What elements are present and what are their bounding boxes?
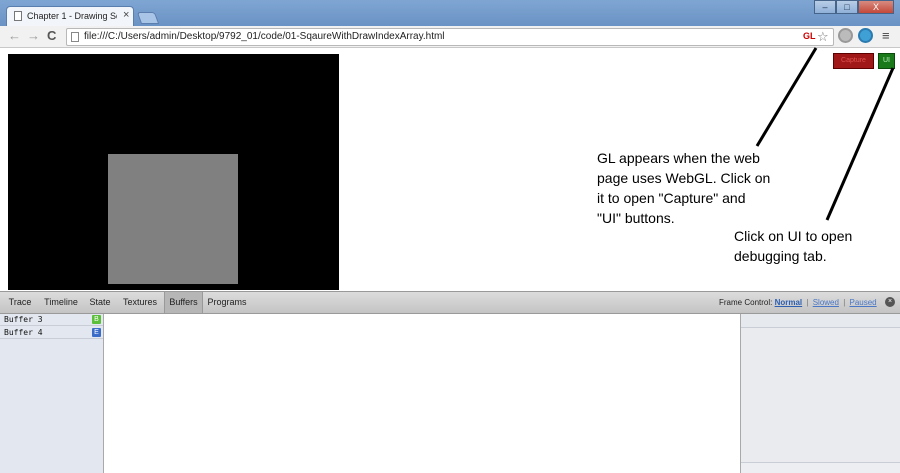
frame-control: Frame Control: Normal | Slowed | Paused [719,292,877,313]
gl-annotation: GL appears when the web page uses WebGL.… [597,150,771,226]
tab-textures[interactable]: Textures [118,292,162,313]
buffer-view-area [104,314,740,473]
frame-paused-link[interactable]: Paused [850,298,877,307]
tab-trace[interactable]: Trace [4,292,36,313]
frame-separator: | [806,298,809,307]
frame-normal-link[interactable]: Normal [775,298,803,307]
gl-pointer-line [755,47,818,147]
side-pane-footer [741,462,900,473]
tab-timeline[interactable]: Timeline [40,292,82,313]
buffer-list-item[interactable]: Buffer 3 B [0,314,103,326]
buffer-list: Buffer 3 B Buffer 4 E [0,314,104,473]
close-panel-icon[interactable]: × [885,297,895,307]
webgl-inspector-panel: Trace Timeline State Textures Buffers Pr… [0,291,900,473]
buffer-name: Buffer 4 [4,328,43,337]
buffer-name: Buffer 3 [4,315,43,324]
ui-pointer-line [825,67,895,221]
tab-buffers[interactable]: Buffers [164,292,203,313]
buffer-list-item[interactable]: Buffer 4 E [0,327,103,339]
debugger-tab-bar: Trace Timeline State Textures Buffers Pr… [0,292,900,314]
side-pane-header [741,314,900,328]
frame-slowed-link[interactable]: Slowed [813,298,839,307]
browser-window: Chapter 1 - Drawing Squa × – □ X ← → C f… [0,0,900,473]
ui-annotation: Click on UI to open debugging tab. [734,228,853,264]
buffer-type-badge: E [92,328,101,337]
buffer-type-badge: B [92,315,101,324]
tab-programs[interactable]: Programs [205,292,249,313]
frame-control-label: Frame Control: [719,298,773,307]
frame-separator: | [843,298,846,307]
tab-state[interactable]: State [86,292,114,313]
inspector-side-pane [740,314,900,473]
